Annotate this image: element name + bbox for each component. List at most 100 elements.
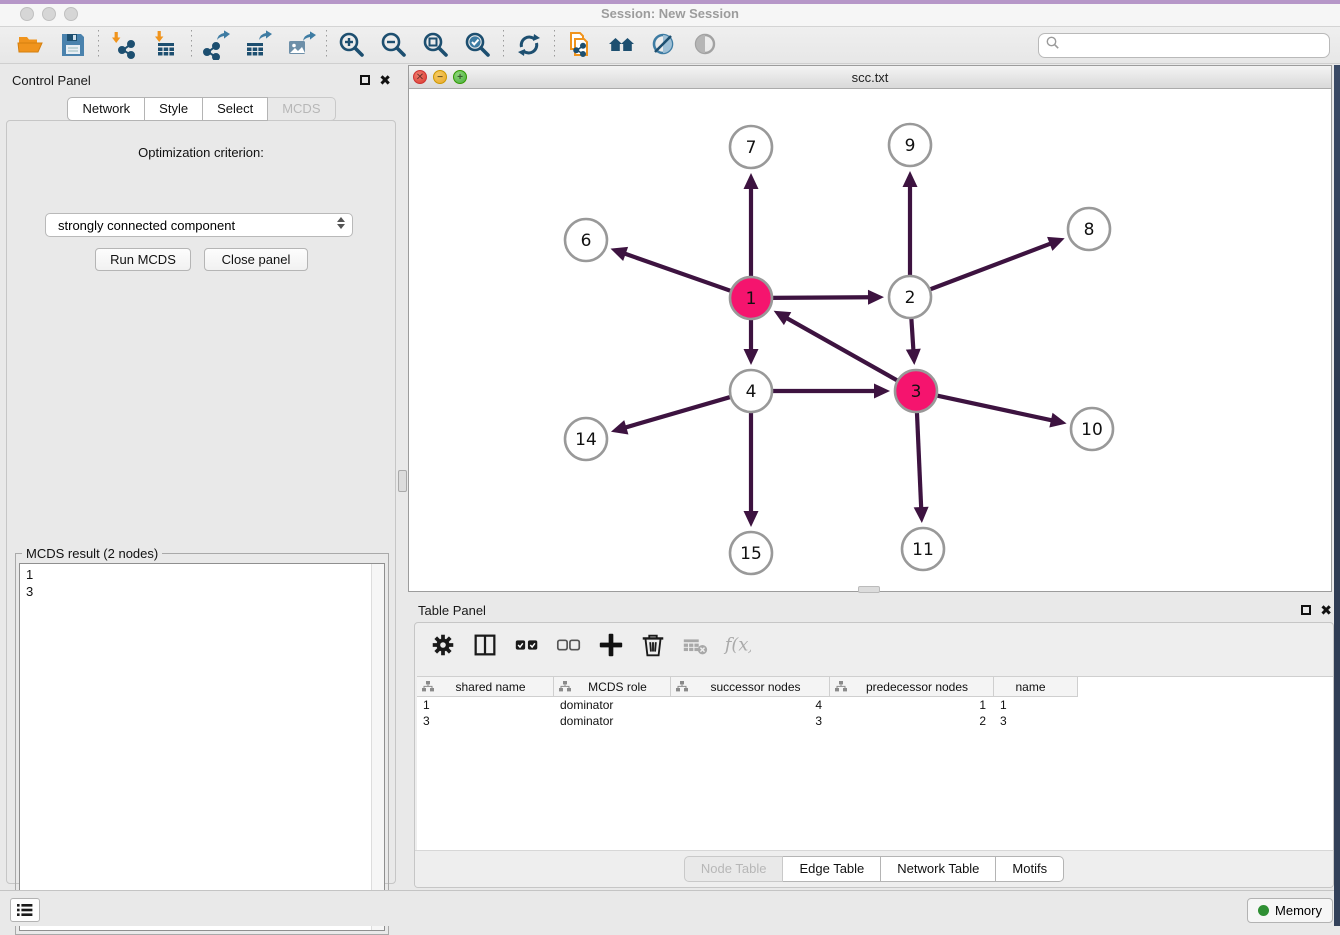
tab-network[interactable]: Network xyxy=(67,97,145,121)
criterion-dropdown[interactable]: strongly connected component xyxy=(45,213,353,237)
add-column-icon[interactable] xyxy=(597,632,625,658)
mcds-result-title: MCDS result (2 nodes) xyxy=(22,546,162,561)
edge-1-6[interactable] xyxy=(624,253,733,291)
mcds-result-item: 3 xyxy=(26,583,384,600)
column-header-shared-name[interactable]: shared name xyxy=(417,677,554,697)
close-panel-button[interactable]: Close panel xyxy=(204,248,308,271)
network-view-window: ✕ − + scc.txt 7968124314101511 xyxy=(408,65,1332,592)
horizontal-splitter-grip[interactable] xyxy=(858,586,880,593)
delete-column-icon[interactable] xyxy=(639,632,667,658)
column-visibility-icon[interactable] xyxy=(471,632,499,658)
edge-arrowhead xyxy=(744,173,759,189)
edge-3-1[interactable] xyxy=(786,318,900,382)
edge-3-10[interactable] xyxy=(935,395,1053,421)
edge-3-11[interactable] xyxy=(917,410,921,509)
home-icon[interactable] xyxy=(601,29,643,61)
import-table-icon[interactable] xyxy=(145,29,187,61)
network-window-title: scc.txt xyxy=(409,70,1331,85)
deselect-all-icon[interactable] xyxy=(555,632,583,658)
import-network-icon[interactable] xyxy=(103,29,145,61)
zoom-fit-icon[interactable] xyxy=(415,29,457,61)
main-toolbar xyxy=(0,27,1340,64)
column-header-label: name xyxy=(994,680,1077,694)
run-mcds-button[interactable]: Run MCDS xyxy=(95,248,191,271)
edge-arrowhead xyxy=(906,349,921,365)
table-cell: 4 xyxy=(671,697,830,713)
tab-mcds[interactable]: MCDS xyxy=(268,97,335,121)
edge-1-2[interactable] xyxy=(770,297,870,298)
search-input[interactable] xyxy=(1061,36,1329,56)
graph-node-label-7: 7 xyxy=(746,138,757,158)
task-history-button[interactable] xyxy=(10,898,40,922)
mcds-result-list[interactable]: 13 xyxy=(19,563,385,931)
open-session-icon[interactable] xyxy=(10,29,52,61)
table-panel-float-icon[interactable] xyxy=(1301,605,1311,615)
mcds-result-item: 1 xyxy=(26,566,384,583)
zoom-in-icon[interactable] xyxy=(331,29,373,61)
control-panel-float-icon[interactable] xyxy=(360,75,370,85)
edge-arrowhead xyxy=(1049,413,1066,428)
export-table-icon[interactable] xyxy=(238,29,280,61)
edge-4-14[interactable] xyxy=(624,396,732,428)
save-session-icon[interactable] xyxy=(52,29,94,61)
copy-network-icon[interactable] xyxy=(559,29,601,61)
column-tree-icon xyxy=(835,681,847,693)
mcds-result-scrollbar[interactable] xyxy=(371,564,384,930)
network-graph-canvas[interactable]: 7968124314101511 xyxy=(409,89,1331,591)
toolbar-separator xyxy=(503,30,504,60)
table-row[interactable]: 1dominator411 xyxy=(417,697,1333,713)
zoom-selected-icon[interactable] xyxy=(457,29,499,61)
column-header-name[interactable]: name xyxy=(994,677,1078,697)
optimization-criterion-label: Optimization criterion: xyxy=(7,145,395,160)
visibility-icon[interactable] xyxy=(685,29,727,61)
graph-node-label-1: 1 xyxy=(746,289,757,309)
edge-2-8[interactable] xyxy=(928,243,1052,290)
settings-gear-icon[interactable] xyxy=(429,632,457,658)
control-panel-tabs: NetworkStyleSelectMCDS xyxy=(0,97,403,121)
column-header-successor-nodes[interactable]: successor nodes xyxy=(671,677,830,697)
memory-button[interactable]: Memory xyxy=(1247,898,1333,923)
edge-arrowhead xyxy=(611,247,629,261)
column-tree-icon xyxy=(422,681,434,693)
column-header-label: predecessor nodes xyxy=(851,680,993,694)
status-bar: Memory xyxy=(0,890,1340,926)
node-table[interactable]: shared name MCDS role successor nodes pr… xyxy=(417,676,1333,852)
tab-select[interactable]: Select xyxy=(203,97,268,121)
tab-edge-table[interactable]: Edge Table xyxy=(783,856,881,882)
refresh-layout-icon[interactable] xyxy=(508,29,550,61)
search-box[interactable] xyxy=(1038,33,1330,58)
toolbar-separator xyxy=(554,30,555,60)
style-toggle-icon[interactable] xyxy=(643,29,685,61)
export-network-icon[interactable] xyxy=(196,29,238,61)
tab-network-table[interactable]: Network Table xyxy=(881,856,996,882)
edge-arrowhead xyxy=(868,290,884,305)
column-header-MCDS-role[interactable]: MCDS role xyxy=(554,677,671,697)
edge-arrowhead xyxy=(744,511,759,527)
control-panel-close-icon[interactable]: ✖ xyxy=(379,75,391,85)
tab-motifs[interactable]: Motifs xyxy=(996,856,1064,882)
desktop-edge xyxy=(1334,65,1340,926)
zoom-out-icon[interactable] xyxy=(373,29,415,61)
graph-node-label-9: 9 xyxy=(905,136,916,156)
vertical-splitter-grip[interactable] xyxy=(398,470,407,492)
search-icon xyxy=(1045,35,1061,56)
graph-node-label-14: 14 xyxy=(575,430,597,450)
table-row[interactable]: 3dominator323 xyxy=(417,713,1333,729)
list-icon xyxy=(16,902,34,918)
tab-style[interactable]: Style xyxy=(145,97,203,121)
export-image-icon[interactable] xyxy=(280,29,322,61)
delete-table-icon xyxy=(681,632,709,658)
table-panel: Table Panel ✖ f(x) shared name MCDS role… xyxy=(408,595,1340,890)
network-window-titlebar[interactable]: ✕ − + scc.txt xyxy=(409,66,1331,89)
graph-node-label-3: 3 xyxy=(911,382,922,402)
tab-node-table[interactable]: Node Table xyxy=(684,856,784,882)
table-cell: 3 xyxy=(671,713,830,729)
select-all-icon[interactable] xyxy=(513,632,541,658)
function-builder-icon: f(x) xyxy=(723,632,751,658)
edge-2-3[interactable] xyxy=(911,316,913,351)
column-header-label: shared name xyxy=(438,680,553,694)
criterion-value: strongly connected component xyxy=(58,218,235,233)
table-cell: 3 xyxy=(994,713,1078,729)
table-panel-close-icon[interactable]: ✖ xyxy=(1320,605,1332,615)
column-header-predecessor-nodes[interactable]: predecessor nodes xyxy=(830,677,994,697)
